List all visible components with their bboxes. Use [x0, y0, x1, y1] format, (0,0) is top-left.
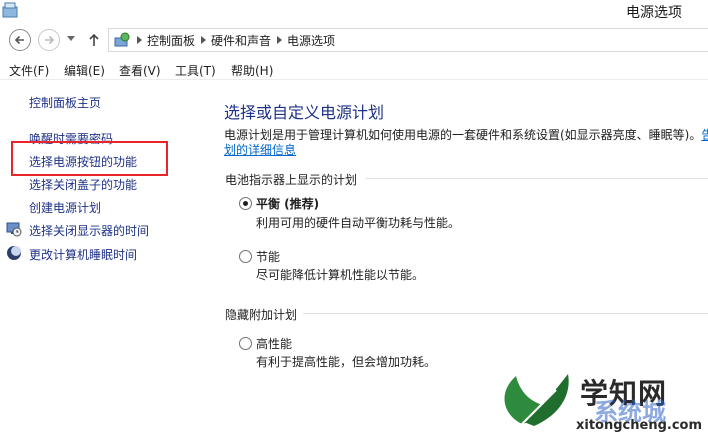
monitor-clock-icon: [6, 222, 22, 237]
high-performance-plan-desc: 有利于提高性能，但会增加功耗。: [256, 355, 437, 369]
plan-description: 电源计划是用于管理计算机如何使用电源的一套硬件和系统设置(如显示器亮度、睡眠等)…: [224, 126, 708, 143]
balanced-plan-desc: 利用可用的硬件自动平衡功耗与性能。: [256, 216, 461, 230]
back-button[interactable]: [9, 29, 31, 51]
chevron-right-icon: [200, 36, 206, 44]
breadcrumb-power-options[interactable]: 电源选项: [287, 32, 335, 49]
menu-tools[interactable]: 工具(T): [175, 62, 216, 79]
hidden-plans-heading[interactable]: 隐藏附加计划: [225, 306, 297, 323]
high-performance-plan-name[interactable]: 高性能: [256, 335, 292, 352]
menu-edit[interactable]: 编辑(E): [64, 62, 105, 79]
balanced-plan-radio[interactable]: [239, 197, 252, 210]
sidebar-item-create-plan[interactable]: 创建电源计划: [29, 199, 101, 216]
control-panel-app-icon: [2, 2, 18, 18]
breadcrumb-control-panel[interactable]: 控制面板: [147, 32, 195, 49]
chevron-right-icon: [136, 36, 142, 44]
breadcrumb-separator: [131, 36, 147, 44]
watermark-url: xitongcheng.com: [576, 418, 703, 433]
battery-plans-heading: 电池指示器上显示的计划: [225, 173, 358, 187]
power-saver-plan-desc: 尽可能降低计算机性能以节能。: [256, 268, 425, 282]
sidebar-item-display-off[interactable]: 选择关闭显示器的时间: [29, 222, 149, 239]
breadcrumb-separator: [271, 36, 287, 44]
breadcrumb-hardware-sound[interactable]: 硬件和声音: [211, 32, 271, 49]
moon-sleep-icon: [7, 246, 21, 260]
page-title: 选择或自定义电源计划: [224, 103, 385, 122]
window-title: 电源选项: [626, 5, 682, 21]
high-performance-plan-radio[interactable]: [239, 337, 252, 350]
recent-locations-button[interactable]: [64, 31, 78, 47]
menu-view[interactable]: 查看(V): [119, 62, 161, 79]
control-panel-icon: [114, 32, 130, 47]
sidebar-item-lid[interactable]: 选择关闭盖子的功能: [29, 176, 137, 193]
arrow-right-icon: [45, 35, 55, 45]
balanced-plan-name[interactable]: 平衡 (推荐): [256, 195, 319, 212]
plan-description-cont: 划的详细信息: [224, 141, 296, 158]
sidebar-home-link[interactable]: 控制面板主页: [29, 94, 101, 111]
arrow-up-icon: [89, 33, 99, 46]
highlight-annotation: [11, 141, 168, 176]
up-button[interactable]: [86, 31, 102, 49]
plan-description-text: 电源计划是用于管理计算机如何使用电源的一套硬件和系统设置(如显示器亮度、睡眠等)…: [224, 128, 702, 142]
menu-help[interactable]: 帮助(H): [231, 62, 273, 79]
power-saver-plan-name[interactable]: 节能: [256, 248, 280, 265]
group-divider: [366, 178, 708, 179]
navigation-bar: 控制面板 硬件和声音 电源选项: [0, 28, 708, 54]
address-bar[interactable]: 控制面板 硬件和声音 电源选项: [108, 28, 708, 52]
plan-details-link-start[interactable]: 告: [701, 128, 708, 142]
menu-file[interactable]: 文件(F): [9, 62, 49, 79]
breadcrumb-separator: [195, 36, 211, 44]
arrow-left-icon: [14, 35, 24, 45]
menu-bar: 文件(F) 编辑(E) 查看(V) 工具(T) 帮助(H): [0, 60, 708, 80]
power-saver-plan-radio[interactable]: [239, 250, 252, 263]
chevron-right-icon: [276, 36, 282, 44]
forward-button[interactable]: [38, 29, 60, 51]
plan-details-link[interactable]: 划的详细信息: [224, 143, 296, 157]
sidebar-item-sleep-time[interactable]: 更改计算机睡眠时间: [29, 246, 137, 263]
chevron-down-icon: [67, 36, 75, 41]
group-divider: [303, 313, 708, 314]
